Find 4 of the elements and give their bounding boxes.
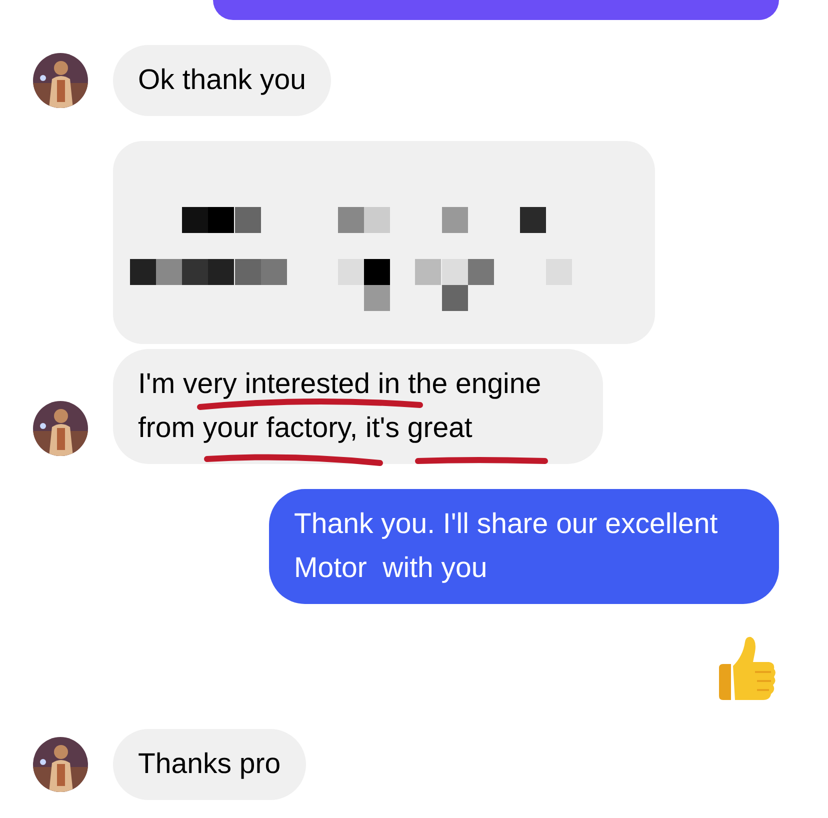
message-bubble: I'm very interested in the engine from your factory, it's great — [113, 349, 603, 464]
message-bubble: Thank you. I'll share our excellent Motor with you — [269, 489, 779, 604]
message-bubble: Ok thank you — [113, 45, 331, 116]
message-bubble: Thanks pro — [113, 729, 306, 800]
